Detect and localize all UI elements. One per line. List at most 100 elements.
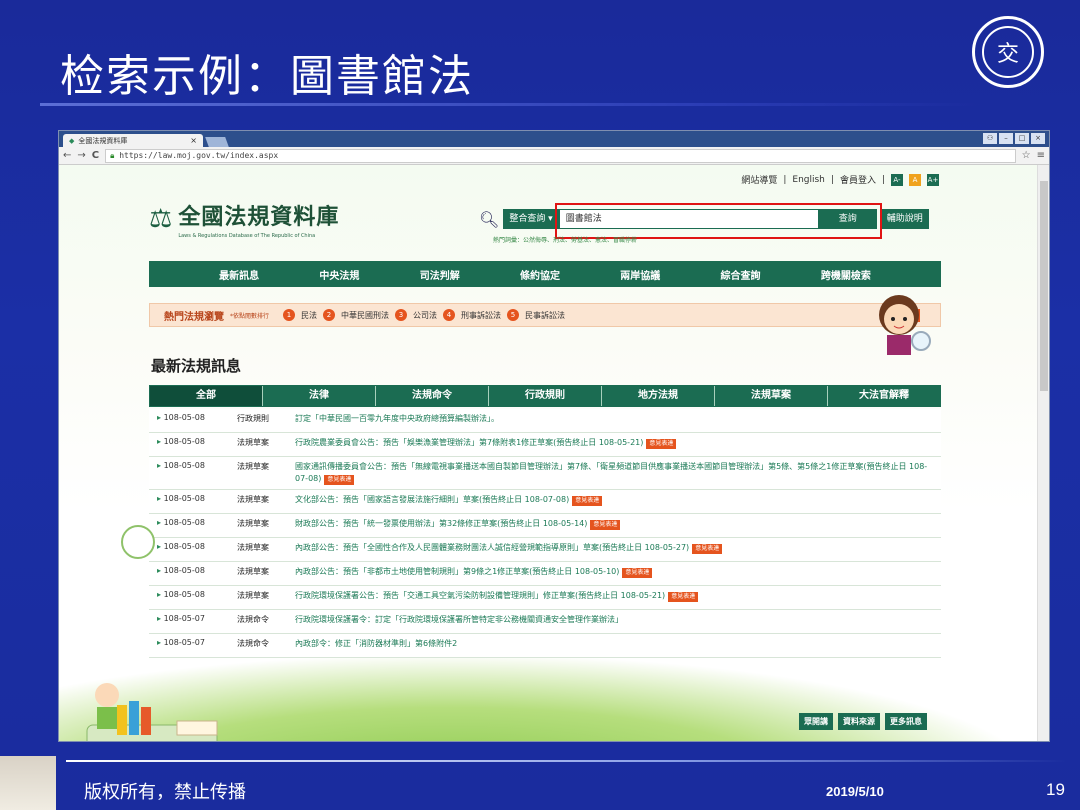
news-date: 108-05-07 bbox=[157, 614, 237, 623]
popular-title: 熱門法規瀏覽 bbox=[164, 311, 224, 323]
tab-all[interactable]: 全部 bbox=[150, 386, 262, 406]
opinion-badge[interactable]: 意見表達 bbox=[572, 496, 603, 506]
popular-item[interactable]: 民事訴訟法 bbox=[525, 310, 565, 321]
reload-icon[interactable]: C bbox=[92, 150, 99, 161]
news-date: 108-05-08 bbox=[157, 494, 237, 503]
mascot-girl-illustration bbox=[879, 295, 931, 355]
campus-photo bbox=[0, 756, 56, 810]
copyright-text: 版权所有，禁止传播 bbox=[84, 782, 246, 803]
browser-menu-icon[interactable]: ≡ bbox=[1037, 150, 1045, 161]
more-news-button[interactable]: 更多訊息 bbox=[885, 713, 927, 730]
popular-item[interactable]: 公司法 bbox=[413, 310, 437, 321]
news-link[interactable]: 國家通訊傳播委員會公告：預告「無線電視事業播送本國自製節目管理辦法」第7條、「衛… bbox=[295, 461, 941, 485]
search-scope-select[interactable]: 整合查詢 ▾ bbox=[503, 209, 559, 229]
news-row[interactable]: 108-05-08法規草案 行政院環境保護署公告：預告「交通工具空氣污染防制設備管… bbox=[149, 586, 941, 610]
browser-tab[interactable]: ◆ 全國法規資料庫 × bbox=[63, 134, 203, 147]
minimize-icon[interactable]: – bbox=[999, 133, 1013, 144]
news-date: 108-05-08 bbox=[157, 542, 237, 551]
news-row[interactable]: 108-05-08法規草案 財政部公告：預告「統一發票使用辦法」第32條修正草案(… bbox=[149, 514, 941, 538]
news-type: 法規草案 bbox=[237, 543, 269, 552]
font-size-small-button[interactable]: A- bbox=[891, 173, 903, 186]
news-link[interactable]: 內政部公告：預告「非都市土地使用管制規則」第9條之1修正草案(預告終止日 108… bbox=[295, 566, 941, 578]
user-icon[interactable]: ⚇ bbox=[983, 133, 997, 144]
nav-treaties[interactable]: 條約協定 bbox=[520, 267, 560, 282]
tab-drafts[interactable]: 法規草案 bbox=[714, 386, 827, 406]
forward-icon[interactable]: → bbox=[77, 150, 85, 161]
opinion-badge[interactable]: 意見表達 bbox=[324, 475, 355, 485]
site-name-sub: Laws & Regulations Database of The Repub… bbox=[178, 233, 316, 239]
data-source-button[interactable]: 資料來源 bbox=[838, 713, 880, 730]
back-icon[interactable]: ← bbox=[63, 150, 71, 161]
news-row[interactable]: 108-05-08法規草案 文化部公告：預告「國家語言發展法施行細則」草案(預告終… bbox=[149, 490, 941, 514]
help-button[interactable]: 輔助說明 bbox=[880, 209, 929, 229]
tab-interpretations[interactable]: 大法官解釋 bbox=[827, 386, 940, 406]
news-text: 行政院環境保護署令：訂定「行政院環境保護署所管特定非公務機關資通安全管理作業辦法… bbox=[295, 615, 623, 624]
tab-admin-rules[interactable]: 行政規則 bbox=[488, 386, 601, 406]
maximize-icon[interactable]: □ bbox=[1015, 133, 1029, 144]
news-type: 法規草案 bbox=[237, 438, 269, 447]
toplink-login[interactable]: 會員登入 bbox=[840, 173, 876, 186]
tab-local[interactable]: 地方法規 bbox=[601, 386, 714, 406]
new-tab-button[interactable] bbox=[205, 137, 229, 147]
close-window-icon[interactable]: × bbox=[1031, 133, 1045, 144]
news-text: 內政部公告：預告「全國性合作及人民團體業務財團法人誠信經營規範指導原則」草案(預… bbox=[295, 543, 690, 552]
nav-integrated[interactable]: 綜合查詢 bbox=[721, 267, 761, 282]
news-row[interactable]: 108-05-08法規草案 內政部公告：預告「全國性合作及人民團體業務財團法人誠信… bbox=[149, 538, 941, 562]
news-text: 訂定「中華民國一百零九年度中央政府總預算編製辦法」。 bbox=[295, 414, 499, 423]
news-row[interactable]: 108-05-08法規草案 內政部公告：預告「非都市土地使用管制規則」第9條之1修… bbox=[149, 562, 941, 586]
popular-item[interactable]: 刑事訴訟法 bbox=[461, 310, 501, 321]
news-type: 法規草案 bbox=[237, 495, 269, 504]
news-date: 108-05-08 bbox=[157, 413, 237, 422]
bookmark-star-icon[interactable]: ☆ bbox=[1022, 150, 1031, 161]
popular-rank: 4 bbox=[443, 309, 456, 321]
news-row[interactable]: 108-05-07法規命令 行政院環境保護署令：訂定「行政院環境保護署所管特定非公… bbox=[149, 610, 941, 634]
nav-central[interactable]: 中央法規 bbox=[319, 267, 359, 282]
clock-illustration bbox=[121, 525, 155, 559]
nav-cross-agency[interactable]: 跨機關檢索 bbox=[821, 267, 871, 282]
news-row[interactable]: 108-05-07法規命令 內政部令：修正「消防器材準則」第6條附件2 bbox=[149, 634, 941, 658]
scales-icon: ⚖ bbox=[149, 204, 173, 234]
nav-judicial[interactable]: 司法判解 bbox=[420, 267, 460, 282]
news-link[interactable]: 內政部公告：預告「全國性合作及人民團體業務財團法人誠信經營規範指導原則」草案(預… bbox=[295, 542, 941, 554]
news-link[interactable]: 文化部公告：預告「國家語言發展法施行細則」草案(預告終止日 108-07-08)… bbox=[295, 494, 941, 506]
url-input[interactable]: 🔒︎ https://law.moj.gov.tw/index.aspx bbox=[105, 148, 1016, 163]
font-size-large-button[interactable]: A+ bbox=[927, 173, 939, 186]
news-link[interactable]: 行政院農業委員會公告：預告「娛樂漁業管理辦法」第7條附表1修正草案(預告終止日 … bbox=[295, 437, 941, 449]
opinion-badge[interactable]: 意見表達 bbox=[668, 592, 699, 602]
popular-item[interactable]: 民法 bbox=[301, 310, 317, 321]
search-highlight-box bbox=[555, 203, 882, 239]
toplink-english[interactable]: English bbox=[792, 175, 825, 185]
tab-orders[interactable]: 法規命令 bbox=[375, 386, 488, 406]
opinion-badge[interactable]: 意見表達 bbox=[590, 520, 621, 530]
opinion-badge[interactable]: 意見表達 bbox=[622, 568, 653, 578]
opinion-badge[interactable]: 意見表達 bbox=[646, 439, 677, 449]
browser-screenshot: ◆ 全國法規資料庫 × ⚇ – □ × ← → C 🔒︎ https://law… bbox=[58, 130, 1050, 742]
nav-latest[interactable]: 最新訊息 bbox=[219, 267, 259, 282]
popular-rank: 5 bbox=[507, 309, 520, 321]
news-row[interactable]: 108-05-08行政規則 訂定「中華民國一百零九年度中央政府總預算編製辦法」。 bbox=[149, 409, 941, 433]
news-link[interactable]: 行政院環境保護署令：訂定「行政院環境保護署所管特定非公務機關資通安全管理作業辦法… bbox=[295, 614, 941, 626]
news-link[interactable]: 訂定「中華民國一百零九年度中央政府總預算編製辦法」。 bbox=[295, 413, 941, 425]
open-forum-button[interactable]: 眾開講 bbox=[799, 713, 833, 730]
tab-laws[interactable]: 法律 bbox=[262, 386, 375, 406]
books-illustration bbox=[86, 683, 218, 741]
toplink-sitemap[interactable]: 網站導覽 bbox=[741, 173, 777, 186]
popular-rank: 1 bbox=[283, 309, 296, 321]
opinion-badge[interactable]: 意見表達 bbox=[692, 544, 723, 554]
page-scrollbar[interactable] bbox=[1037, 165, 1049, 741]
scrollbar-thumb[interactable] bbox=[1040, 181, 1048, 391]
font-size-medium-button[interactable]: A bbox=[909, 173, 921, 186]
site-logo[interactable]: ⚖ 全國法規資料庫 Laws & Regulations Database of… bbox=[149, 199, 339, 239]
nav-cross-strait[interactable]: 兩岸協議 bbox=[620, 267, 660, 282]
popular-item[interactable]: 中華民國刑法 bbox=[341, 310, 389, 321]
news-text: 內政部令：修正「消防器材準則」第6條附件2 bbox=[295, 639, 458, 648]
news-link[interactable]: 內政部令：修正「消防器材準則」第6條附件2 bbox=[295, 638, 941, 650]
tab-close-icon[interactable]: × bbox=[190, 136, 197, 145]
news-type: 法規草案 bbox=[237, 519, 269, 528]
news-row[interactable]: 108-05-08法規草案 國家通訊傳播委員會公告：預告「無線電視事業播送本國自製… bbox=[149, 457, 941, 490]
news-link[interactable]: 財政部公告：預告「統一發票使用辦法」第32條修正草案(預告終止日 108-05-… bbox=[295, 518, 941, 530]
section-title: 最新法規訊息 bbox=[151, 357, 242, 375]
news-row[interactable]: 108-05-08法規草案 行政院農業委員會公告：預告「娛樂漁業管理辦法」第7條附… bbox=[149, 433, 941, 457]
news-text: 行政院農業委員會公告：預告「娛樂漁業管理辦法」第7條附表1修正草案(預告終止日 … bbox=[295, 438, 644, 447]
news-link[interactable]: 行政院環境保護署公告：預告「交通工具空氣污染防制設備管理規則」修正草案(預告終止… bbox=[295, 590, 941, 602]
